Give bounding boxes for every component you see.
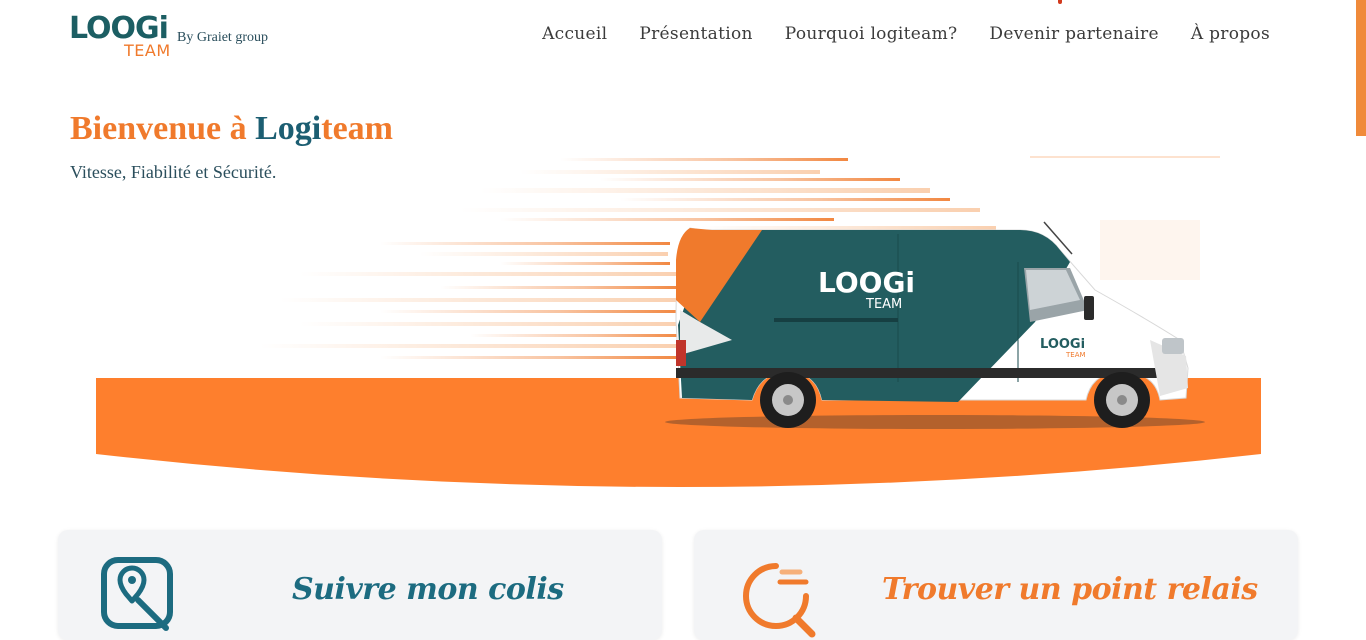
main-navigation: Accueil Présentation Pourquoi logiteam? … [542,24,1270,44]
scrollbar-accent[interactable] [1356,0,1366,136]
hero-title-logi: Logi [255,110,322,147]
track-parcel-card[interactable]: Suivre mon colis [58,530,662,640]
find-relay-card[interactable]: Trouver un point relais [694,530,1298,640]
van-door-logo: LOOGi [1040,337,1085,352]
hero-title-team: team [321,110,393,147]
track-parcel-title: Suivre mon colis [292,572,564,607]
logo-team-text: TEAM [124,41,171,60]
header-accent-mark [1058,0,1062,4]
hero-subtitle: Vitesse, Fiabilité et Sécurité. [70,162,277,182]
brand-logo[interactable]: LOOGi TEAM By Graiet group [69,12,269,62]
hero-illustration: LOOGi TEAM LOOGi TEAM [96,156,1261,487]
nav-link-apropos[interactable]: À propos [1191,24,1270,44]
nav-link-partenaire[interactable]: Devenir partenaire [989,24,1158,44]
map-pin-icon [101,557,173,631]
find-relay-title: Trouver un point relais [882,572,1258,607]
van-door-logo-team: TEAM [1065,351,1086,359]
hero-title-welcome: Bienvenue à [70,110,256,147]
van-logo-team: TEAM [865,297,902,312]
nav-link-pourquoi[interactable]: Pourquoi logiteam? [785,24,958,44]
hero-title: Bienvenue à Logiteam [70,110,393,148]
nav-link-presentation[interactable]: Présentation [639,24,752,44]
van-logo-wordmark: LOOGi [818,266,915,299]
magnifier-icon [743,563,816,638]
logo-subtitle: By Graiet group [177,30,268,45]
nav-link-accueil[interactable]: Accueil [542,24,607,44]
